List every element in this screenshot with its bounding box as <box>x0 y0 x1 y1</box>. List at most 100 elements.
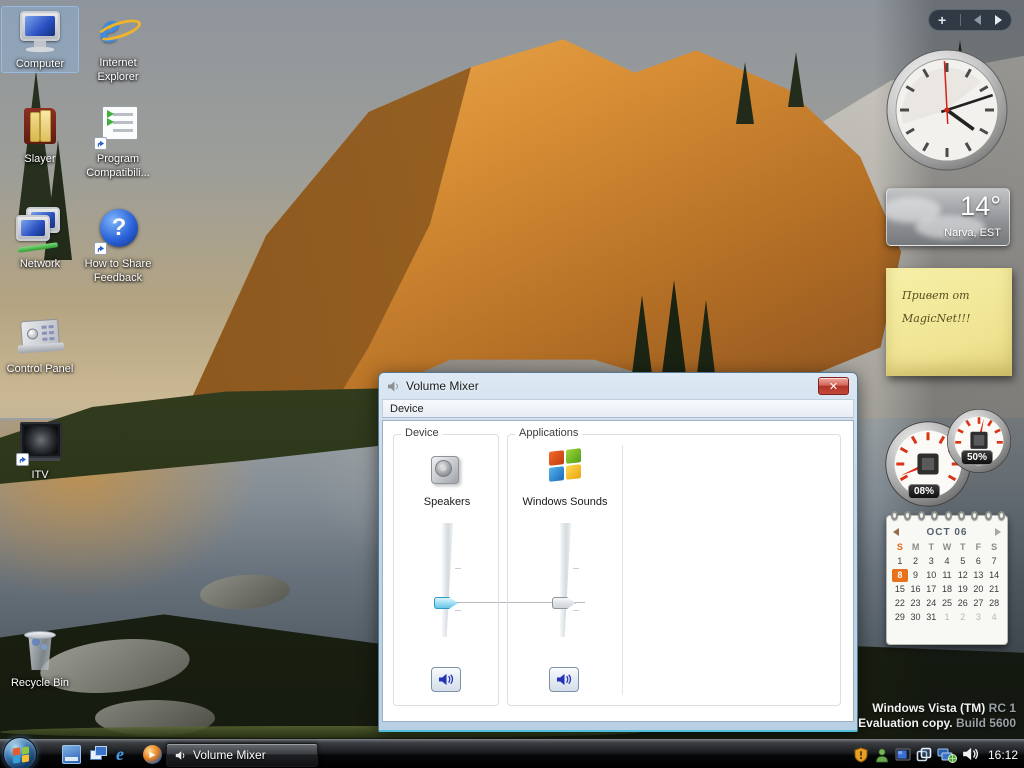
calendar-day[interactable]: 20 <box>971 583 987 596</box>
desktop-icon-how-to-share-feedback[interactable]: ? How to Share Feedback <box>79 207 157 286</box>
desktop-icon-label: Network <box>1 258 79 272</box>
calendar-day[interactable]: 9 <box>908 569 924 582</box>
desktop-icon-program-compatibility[interactable]: Program Compatibili... <box>79 102 157 181</box>
switch-windows-icon[interactable] <box>89 745 108 764</box>
channel-label-windows-sounds: Windows Sounds <box>518 495 612 509</box>
calendar-day[interactable]: 6 <box>971 555 987 568</box>
calendar-day-next-month[interactable]: 3 <box>971 611 987 624</box>
slider-track[interactable] <box>560 523 571 637</box>
desktop-icon-label: Computer <box>2 58 78 72</box>
calendar-day[interactable]: 23 <box>908 597 924 610</box>
calendar-day[interactable]: 13 <box>971 569 987 582</box>
add-gadget-button[interactable]: + <box>938 13 946 27</box>
calendar-day[interactable]: 7 <box>986 555 1002 568</box>
calendar-day[interactable]: 29 <box>892 611 908 624</box>
sidebar-gadgets-icon[interactable] <box>916 747 932 763</box>
speakers-volume-slider[interactable] <box>429 523 465 653</box>
channel-label-speakers: Speakers <box>394 495 500 509</box>
tray-clock[interactable]: 16:12 <box>988 748 1018 762</box>
start-button[interactable] <box>3 737 37 768</box>
calendar-day[interactable]: 28 <box>986 597 1002 610</box>
desktop-icon-slayer[interactable]: Slayer <box>1 102 79 167</box>
calendar-day[interactable]: 3 <box>923 555 939 568</box>
calendar-grid: S M T W T F S 1 2 3 4 5 6 7 8 9 10 11 12… <box>892 541 1002 624</box>
windows-sounds-mute-button[interactable] <box>549 667 579 692</box>
calendar-day[interactable]: 22 <box>892 597 908 610</box>
calendar-gadget[interactable]: OCT 06 S M T W T F S 1 2 3 4 5 6 7 8 9 1… <box>886 515 1008 645</box>
internet-explorer-icon: e <box>94 6 142 54</box>
user-session-icon[interactable] <box>874 747 890 763</box>
calendar-day[interactable]: 10 <box>923 569 939 582</box>
title-bar[interactable]: Volume Mixer ✕ <box>379 373 857 399</box>
note-text-line1: Привет от <box>902 284 1012 307</box>
menu-item-device[interactable]: Device <box>383 403 431 415</box>
calendar-day[interactable]: 18 <box>939 583 955 596</box>
calendar-day[interactable]: 14 <box>986 569 1002 582</box>
control-panel-icon <box>16 312 64 360</box>
calendar-day[interactable]: 27 <box>971 597 987 610</box>
calendar-day[interactable]: 5 <box>955 555 971 568</box>
network-tray-icon[interactable] <box>937 747 957 763</box>
desktop-icon-network[interactable]: Network <box>1 207 79 272</box>
ram-usage-value: 50% <box>961 450 993 465</box>
desktop-icon-itv[interactable]: ITV <box>1 418 79 483</box>
notes-gadget[interactable]: Привет от MagicNet!!! <box>886 268 1012 376</box>
calendar-day[interactable]: 16 <box>908 583 924 596</box>
windows-sounds-slider-thumb[interactable] <box>552 597 576 609</box>
desktop-icon-control-panel[interactable]: Control Panel <box>1 312 79 377</box>
calendar-day[interactable]: 24 <box>923 597 939 610</box>
slider-tick <box>573 568 579 569</box>
security-alert-icon[interactable] <box>853 747 869 763</box>
media-player-icon[interactable]: ▶ <box>143 745 162 764</box>
speakers-device-icon <box>429 453 465 489</box>
calendar-day-selected[interactable]: 8 <box>892 569 908 582</box>
calendar-day[interactable]: 17 <box>923 583 939 596</box>
windows-flag-icon <box>13 747 29 762</box>
calendar-next-icon[interactable] <box>995 528 1001 536</box>
menu-bar: Device <box>382 399 854 418</box>
calendar-day[interactable]: 25 <box>939 597 955 610</box>
chevron-left-icon[interactable] <box>974 15 981 25</box>
calendar-day[interactable]: 21 <box>986 583 1002 596</box>
calendar-day[interactable]: 30 <box>908 611 924 624</box>
taskbar-button-volume-mixer[interactable]: Volume Mixer <box>166 743 318 767</box>
network-icon <box>16 207 64 255</box>
calendar-day[interactable]: 26 <box>955 597 971 610</box>
desktop-icon-internet-explorer[interactable]: e Internet Explorer <box>79 6 157 85</box>
clock-gadget[interactable] <box>885 48 1009 172</box>
desktop-icon-label: Recycle Bin <box>1 677 79 691</box>
calendar-day[interactable]: 11 <box>939 569 955 582</box>
internet-explorer-launch-icon[interactable]: e <box>116 745 135 764</box>
tree-silhouette <box>736 62 754 124</box>
show-desktop-icon[interactable] <box>62 745 81 764</box>
volume-tray-icon[interactable] <box>962 747 978 763</box>
desktop-icon-label: Slayer <box>1 153 79 167</box>
chevron-right-icon[interactable] <box>995 15 1002 25</box>
device-group-label: Device <box>401 427 443 439</box>
weather-gadget[interactable]: 14° Narva, EST <box>886 188 1010 246</box>
windows-sounds-volume-slider[interactable] <box>547 523 583 653</box>
windows-sounds-icon <box>549 449 583 481</box>
display-settings-icon[interactable] <box>895 747 911 763</box>
calendar-day[interactable]: 1 <box>892 555 908 568</box>
calendar-day[interactable]: 19 <box>955 583 971 596</box>
desktop-icon-computer[interactable]: Computer <box>1 6 79 73</box>
close-button[interactable]: ✕ <box>818 377 849 395</box>
shortcut-arrow-icon <box>94 242 107 255</box>
window-client-area: Device Speakers <box>382 420 854 722</box>
calendar-day-next-month[interactable]: 2 <box>955 611 971 624</box>
calendar-day[interactable]: 2 <box>908 555 924 568</box>
desktop-icon-recycle-bin[interactable]: Recycle Bin <box>1 626 79 691</box>
calendar-day-next-month[interactable]: 1 <box>939 611 955 624</box>
speakers-mute-button[interactable] <box>431 667 461 692</box>
slider-track[interactable] <box>442 523 453 637</box>
shortcut-arrow-icon <box>94 137 107 150</box>
calendar-day[interactable]: 15 <box>892 583 908 596</box>
calendar-day-next-month[interactable]: 4 <box>986 611 1002 624</box>
calendar-day[interactable]: 12 <box>955 569 971 582</box>
calendar-prev-icon[interactable] <box>893 528 899 536</box>
cpu-meter-gadget[interactable]: 08% 50% <box>884 408 1016 504</box>
speakers-slider-thumb[interactable] <box>434 597 458 609</box>
calendar-day[interactable]: 31 <box>923 611 939 624</box>
calendar-day[interactable]: 4 <box>939 555 955 568</box>
